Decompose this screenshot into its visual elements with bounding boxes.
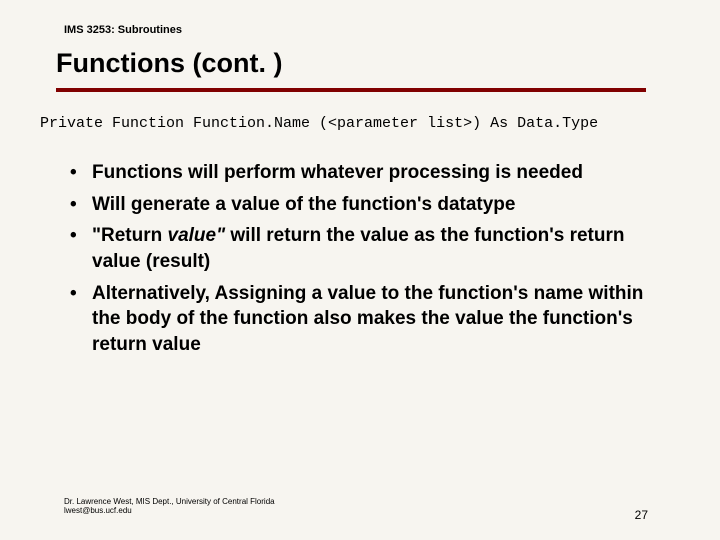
- footer-attribution: Dr. Lawrence West, MIS Dept., University…: [64, 497, 275, 516]
- list-item: Functions will perform whatever processi…: [70, 160, 660, 186]
- page-number: 27: [635, 508, 648, 522]
- bullet-text: Will generate a value of the function's …: [92, 194, 515, 215]
- bullet-text: Alternatively, Assigning a value to the …: [92, 283, 643, 355]
- bullet-prefix: "Return: [92, 225, 168, 246]
- course-header: IMS 3253: Subroutines: [64, 24, 182, 36]
- list-item: "Return value" will return the value as …: [70, 223, 660, 274]
- code-signature: Private Function Function.Name (<paramet…: [40, 115, 700, 132]
- bullet-emphasis: value": [168, 225, 226, 246]
- list-item: Alternatively, Assigning a value to the …: [70, 281, 660, 358]
- footer-line-2: lwest@bus.ucf.edu: [64, 506, 275, 516]
- bullet-text: Functions will perform whatever processi…: [92, 162, 583, 183]
- list-item: Will generate a value of the function's …: [70, 192, 660, 218]
- footer-line-1: Dr. Lawrence West, MIS Dept., University…: [64, 497, 275, 507]
- slide-title: Functions (cont. ): [56, 48, 282, 79]
- title-underline: [56, 88, 646, 92]
- bullet-list: Functions will perform whatever processi…: [70, 160, 660, 363]
